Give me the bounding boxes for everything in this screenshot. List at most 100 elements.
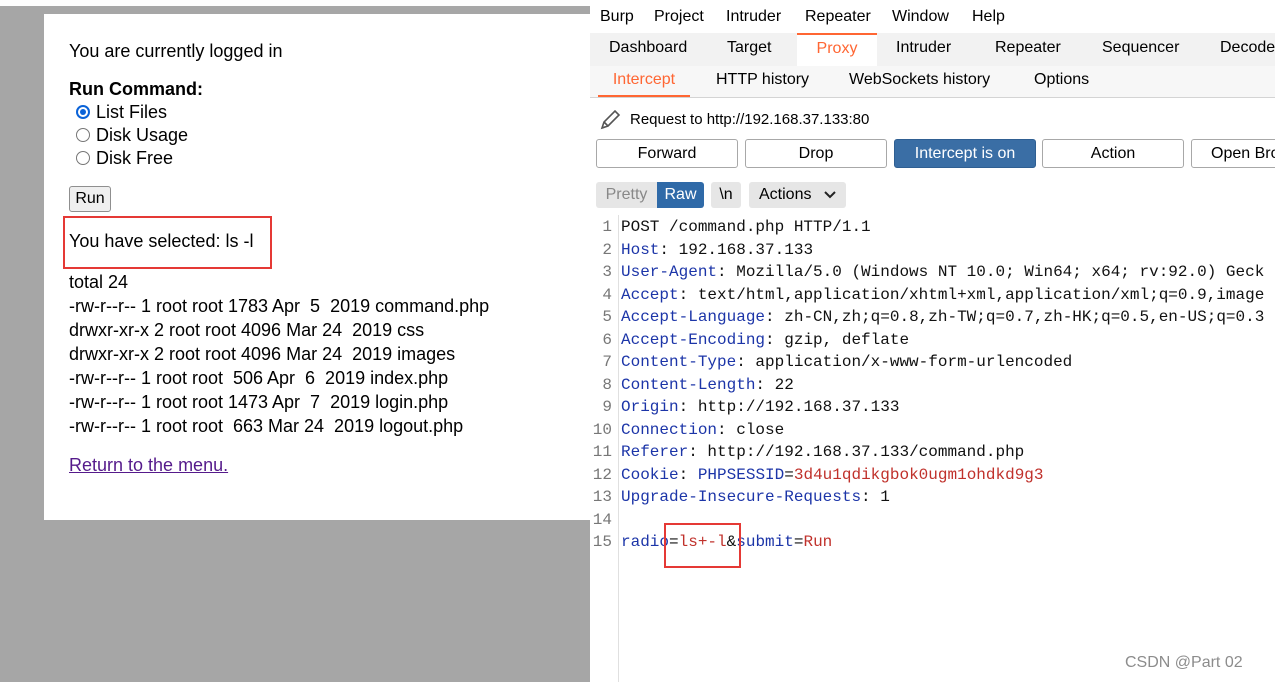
header-value: gzip, deflate: [774, 330, 910, 349]
tab-repeater[interactable]: Repeater: [995, 33, 1061, 66]
header-value: [688, 466, 698, 484]
actions-dropdown[interactable]: Actions: [749, 182, 846, 208]
output-line: -rw-r--r-- 1 root root 1473 Apr 7 2019 l…: [69, 392, 449, 412]
header-colon: :: [717, 263, 727, 281]
line-number: 14: [592, 510, 612, 529]
tab-sequencer[interactable]: Sequencer: [1102, 33, 1179, 66]
menu-intruder[interactable]: Intruder: [726, 8, 781, 26]
tab-websockets-history[interactable]: WebSockets history: [849, 66, 990, 97]
line-number: 9: [602, 398, 612, 416]
option-label: Disk Free: [96, 148, 174, 168]
pencil-icon: [600, 109, 621, 130]
line-number: 13: [592, 488, 612, 506]
selected-command-text: You have selected: ls -l: [69, 231, 254, 251]
line-content: Content-Type: application/x-www-form-url…: [621, 351, 1072, 373]
tab-proxy[interactable]: Proxy: [797, 33, 877, 66]
line-number: 2: [602, 240, 612, 259]
header-colon: :: [659, 240, 670, 259]
header-value: 1: [870, 488, 890, 506]
header-value: http://192.168.37.133: [688, 398, 900, 416]
output-line: drwxr-xr-x 2 root root 4096 Mar 24 2019 …: [69, 344, 456, 364]
line-number: 7: [602, 353, 612, 371]
action-button[interactable]: Action: [1042, 139, 1184, 168]
header-name: Content-Type: [621, 353, 737, 371]
line-content: Connection: close: [621, 419, 784, 441]
return-to-menu-link[interactable]: Return to the menu.: [69, 455, 228, 476]
output-line: -rw-r--r-- 1 root root 1783 Apr 5 2019 c…: [69, 296, 490, 316]
header-name: Host: [621, 240, 660, 259]
body-token: submit: [736, 533, 794, 551]
cookie-name: PHPSESSID: [697, 465, 785, 484]
drop-button[interactable]: Drop: [745, 139, 887, 168]
tab-options[interactable]: Options: [1034, 66, 1089, 97]
request-editor[interactable]: 1 POST /command.php HTTP/1.1 2 Host: 192.16…: [590, 215, 1275, 682]
proxy-sub-tab-bar: Intercept HTTP history WebSockets histor…: [590, 66, 1275, 98]
line-number: 3: [602, 263, 612, 281]
main-tab-bar: Dashboard Target Proxy Intruder Repeater…: [590, 33, 1275, 67]
line-content: Accept-Encoding: gzip, deflate: [621, 329, 909, 351]
header-colon: :: [765, 330, 775, 349]
header-colon: :: [678, 465, 689, 484]
tab-decoder[interactable]: Decoder: [1220, 33, 1275, 66]
header-colon: :: [755, 375, 766, 394]
menu-repeater[interactable]: Repeater: [805, 8, 871, 26]
header-value: close: [726, 420, 785, 439]
output-line: -rw-r--r-- 1 root root 663 Mar 24 2019 l…: [69, 416, 464, 436]
line-content: Content-Length: 22: [621, 374, 794, 396]
line-content: Origin: http://192.168.37.133: [621, 396, 899, 418]
newline-toggle[interactable]: \n: [711, 182, 741, 208]
burp-suite-window: Burp Project Intruder Repeater Window He…: [590, 0, 1275, 682]
line-content: User-Agent: Mozilla/5.0 (Windows NT 10.0…: [621, 261, 1264, 283]
menu-project[interactable]: Project: [654, 8, 704, 26]
run-button[interactable]: Run: [69, 186, 111, 212]
highlight-box-param: [664, 523, 741, 568]
line-number: 8: [602, 375, 612, 394]
raw-toggle[interactable]: Raw: [657, 182, 704, 208]
header-value: application/x-www-form-urlencoded: [745, 353, 1073, 371]
line-content: Host: 192.168.37.133: [621, 239, 813, 261]
pretty-toggle[interactable]: Pretty: [596, 182, 657, 208]
menu-help[interactable]: Help: [972, 8, 1005, 26]
request-target-text: Request to http://192.168.37.133:80: [630, 111, 870, 128]
browser-top-strip: [0, 0, 590, 6]
tab-http-history[interactable]: HTTP history: [716, 66, 809, 97]
header-colon: :: [678, 398, 689, 416]
menu-burp[interactable]: Burp: [600, 8, 634, 26]
request-line-text: POST /command.php HTTP/1.1: [621, 218, 871, 236]
header-name: Origin: [621, 398, 679, 416]
header-value: zh-CN,zh;q=0.8,zh-TW;q=0.7,zh-HK;q=0.5,e…: [774, 308, 1265, 326]
option-label: List Files: [96, 102, 168, 122]
line-content: Cookie: PHPSESSID=3d4u1qdikgbok0ugm1ohdk…: [621, 464, 1044, 486]
line-number: 12: [592, 465, 612, 484]
login-status: You are currently logged in: [69, 41, 283, 61]
line-content: Referer: http://192.168.37.133/command.p…: [621, 441, 1024, 463]
intercept-toggle-button[interactable]: Intercept is on: [894, 139, 1036, 168]
radio-button[interactable]: [76, 151, 90, 165]
run-command-title: Run Command:: [69, 79, 203, 99]
line-number: 5: [602, 308, 612, 326]
header-colon: :: [688, 443, 698, 461]
body-token: radio: [621, 533, 670, 551]
tab-intruder[interactable]: Intruder: [896, 33, 951, 66]
menu-window[interactable]: Window: [892, 8, 949, 26]
header-name: Connection: [621, 420, 718, 439]
radio-button[interactable]: [76, 128, 90, 142]
command-output: total 24 -rw-r--r-- 1 root root 1783 Apr…: [69, 270, 489, 438]
radio-button-selected[interactable]: [76, 105, 90, 119]
forward-button[interactable]: Forward: [596, 139, 738, 168]
tab-target[interactable]: Target: [727, 33, 771, 66]
line-number: 6: [602, 330, 612, 349]
line-content: Accept: text/html,application/xhtml+xml,…: [621, 284, 1264, 306]
message-format-bar: Pretty Raw \n Actions: [590, 178, 1275, 214]
chevron-down-icon: [824, 191, 836, 199]
line-number: 11: [592, 443, 612, 461]
cookie-equals: =: [784, 465, 794, 484]
menu-bar: Burp Project Intruder Repeater Window He…: [590, 0, 1275, 33]
header-value: http://192.168.37.133/command.php: [697, 443, 1025, 461]
tab-dashboard[interactable]: Dashboard: [609, 33, 687, 66]
header-value: 192.168.37.133: [669, 240, 814, 259]
tab-intercept[interactable]: Intercept: [598, 66, 690, 97]
open-browser-button[interactable]: Open Browser: [1191, 139, 1275, 168]
actions-label: Actions: [759, 186, 812, 203]
output-line: -rw-r--r-- 1 root root 506 Apr 6 2019 in…: [69, 368, 449, 388]
